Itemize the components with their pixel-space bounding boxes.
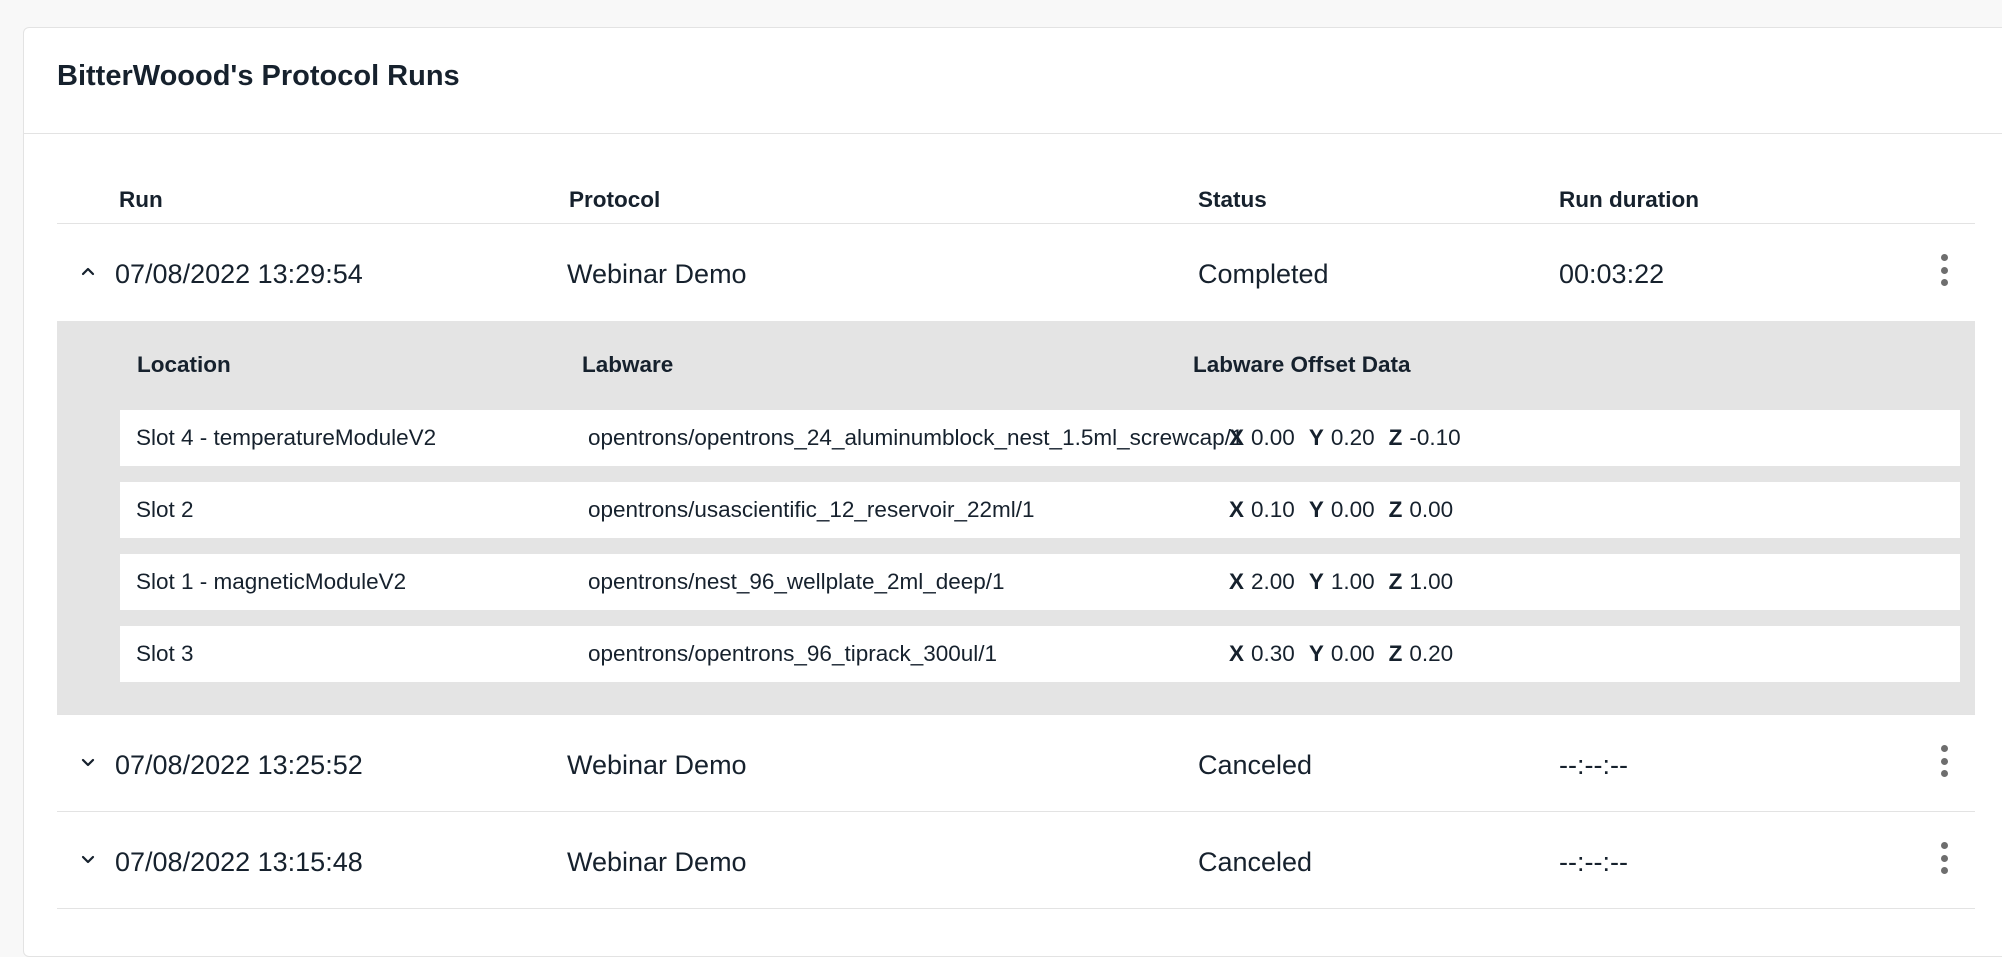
offset-z-value: 0.20 (1409, 641, 1454, 666)
offset-y-value: 0.00 (1330, 497, 1375, 522)
offset-y-label: Y (1308, 425, 1324, 450)
run-row[interactable]: 07/08/2022 13:25:52 Webinar Demo Cancele… (57, 714, 1975, 812)
offset-y-value: 0.00 (1330, 641, 1375, 666)
offset-x-value: 0.10 (1251, 497, 1295, 522)
offset-y-value: 1.00 (1330, 569, 1375, 594)
run-duration: --:--:-- (1559, 847, 1628, 877)
offset-y-label: Y (1308, 497, 1324, 522)
more-vertical-icon[interactable] (1932, 741, 1956, 781)
labware-location: Slot 1 - magneticModuleV2 (136, 569, 407, 594)
page-title: BitterWoood's Protocol Runs (57, 60, 460, 92)
runs-table: Run Protocol Status Run duration 07/08/2… (57, 134, 1975, 909)
run-timestamp: 07/08/2022 13:15:48 (115, 847, 363, 877)
more-vertical-icon[interactable] (1932, 250, 1956, 290)
offset-z-label: Z (1388, 569, 1403, 594)
labware-name: opentrons/opentrons_24_aluminumblock_nes… (588, 425, 1244, 450)
run-status: Completed (1198, 259, 1329, 289)
offset-z-label: Z (1388, 641, 1403, 666)
labware-location: Slot 4 - temperatureModuleV2 (136, 425, 437, 450)
labware-offset-details: Location Labware Labware Offset Data Slo… (57, 321, 1975, 714)
column-header-status: Status (1198, 187, 1267, 212)
offset-x-label: X (1229, 425, 1245, 450)
run-protocol-name: Webinar Demo (567, 259, 747, 289)
run-timestamp: 07/08/2022 13:25:52 (115, 750, 363, 780)
column-header-run: Run (119, 187, 163, 212)
run-protocol-name: Webinar Demo (567, 847, 747, 877)
offset-x-label: X (1229, 497, 1245, 522)
run-duration: --:--:-- (1559, 750, 1628, 780)
chevron-down-icon[interactable] (77, 751, 99, 773)
protocol-runs-card: BitterWoood's Protocol Runs Run Protocol… (23, 27, 2002, 957)
offset-values: X 0.30 Y 0.00 Z 0.20 (1229, 641, 1467, 666)
offset-values: X 2.00 Y 1.00 Z 1.00 (1229, 569, 1467, 594)
run-timestamp: 07/08/2022 13:29:54 (115, 259, 363, 289)
offset-y-label: Y (1308, 569, 1324, 594)
offset-x-value: 0.00 (1251, 425, 1295, 450)
labware-row: Slot 4 - temperatureModuleV2 opentrons/o… (120, 410, 1960, 466)
offset-z-value: -0.10 (1409, 425, 1461, 450)
column-header-protocol: Protocol (569, 187, 661, 212)
labware-name: opentrons/nest_96_wellplate_2ml_deep/1 (588, 569, 1005, 594)
labware-row: Slot 3 opentrons/opentrons_96_tiprack_30… (120, 626, 1960, 682)
offset-z-label: Z (1388, 497, 1403, 522)
offset-x-label: X (1229, 641, 1245, 666)
offset-x-value: 2.00 (1251, 569, 1295, 594)
labware-row: Slot 1 - magneticModuleV2 opentrons/nest… (120, 554, 1960, 610)
chevron-up-icon[interactable] (77, 260, 99, 282)
offset-values: X 0.00 Y 0.20 Z -0.10 (1229, 425, 1475, 450)
labware-row: Slot 2 opentrons/usascientific_12_reserv… (120, 482, 1960, 538)
more-vertical-icon[interactable] (1932, 838, 1956, 878)
card-header: BitterWoood's Protocol Runs (24, 28, 2002, 134)
offset-y-value: 0.20 (1330, 425, 1375, 450)
run-duration: 00:03:22 (1559, 259, 1665, 289)
run-protocol-name: Webinar Demo (567, 750, 747, 780)
chevron-down-icon[interactable] (77, 848, 99, 870)
offset-x-value: 0.30 (1251, 641, 1295, 666)
run-row[interactable]: 07/08/2022 13:29:54 Webinar Demo Complet… (57, 224, 1975, 321)
offset-z-value: 0.00 (1409, 497, 1454, 522)
labware-location: Slot 3 (136, 641, 194, 666)
labware-location: Slot 2 (136, 497, 194, 522)
column-header-labware-offset-data: Labware Offset Data (1193, 352, 1411, 377)
column-header-run-duration: Run duration (1559, 187, 1699, 212)
offset-z-label: Z (1388, 425, 1403, 450)
column-header-labware: Labware (582, 352, 674, 377)
run-status: Canceled (1198, 847, 1313, 877)
offset-values: X 0.10 Y 0.00 Z 0.00 (1229, 497, 1467, 522)
run-status: Canceled (1198, 750, 1313, 780)
table-header-row: Run Protocol Status Run duration (57, 134, 1975, 224)
run-row[interactable]: 07/08/2022 13:15:48 Webinar Demo Cancele… (57, 812, 1975, 909)
offset-x-label: X (1229, 569, 1245, 594)
labware-name: opentrons/usascientific_12_reservoir_22m… (588, 497, 1035, 522)
offset-y-label: Y (1308, 641, 1324, 666)
labware-name: opentrons/opentrons_96_tiprack_300ul/1 (588, 641, 998, 666)
column-header-location: Location (137, 352, 231, 377)
offset-z-value: 1.00 (1409, 569, 1454, 594)
